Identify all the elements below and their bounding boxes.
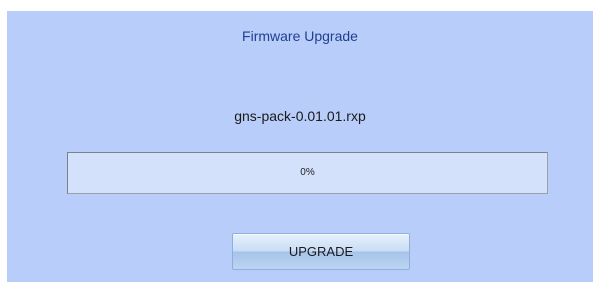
upgrade-button[interactable]: UPGRADE	[232, 233, 410, 270]
firmware-upgrade-panel: Firmware Upgrade gns-pack-0.01.01.rxp 0%…	[7, 11, 593, 282]
firmware-filename: gns-pack-0.01.01.rxp	[234, 108, 366, 124]
progress-label: 0%	[300, 167, 315, 178]
upgrade-progress-bar: 0%	[67, 152, 548, 194]
page-title: Firmware Upgrade	[242, 28, 358, 44]
